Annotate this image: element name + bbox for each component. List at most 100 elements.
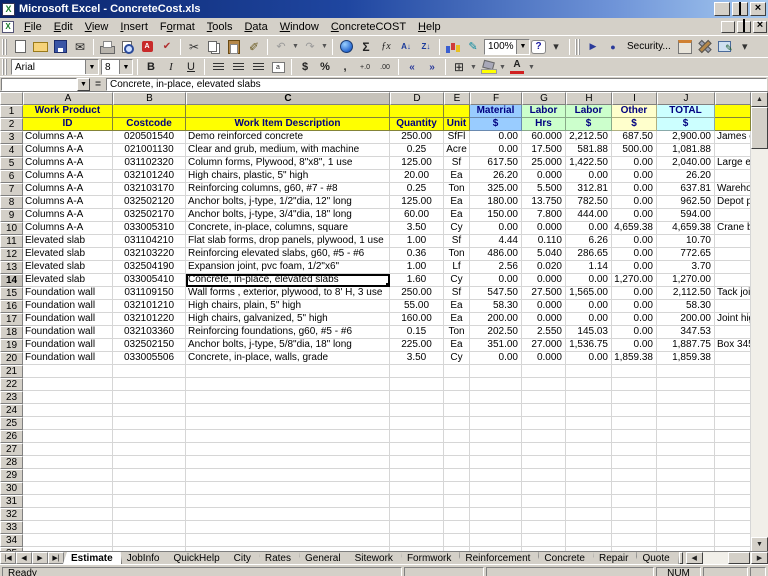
- increase-decimal-icon[interactable]: +.0: [355, 58, 375, 76]
- cell-B31[interactable]: [113, 495, 186, 508]
- cell-K17[interactable]: Joint high r: [715, 313, 751, 326]
- cell-H17[interactable]: 0.00: [566, 313, 612, 326]
- workbook-minimize-icon[interactable]: [721, 21, 735, 33]
- chevron-down-icon[interactable]: ▼: [527, 58, 536, 76]
- new-icon[interactable]: [10, 38, 30, 56]
- cell-C32[interactable]: [186, 508, 390, 521]
- cell-D15[interactable]: 250.00: [390, 287, 444, 300]
- run-macro-icon[interactable]: ▶: [583, 38, 603, 56]
- cell-K28[interactable]: [715, 456, 751, 469]
- format-painter-icon[interactable]: ✐: [244, 38, 264, 56]
- next-sheet-icon[interactable]: ▶: [32, 552, 48, 564]
- cell-A8[interactable]: Columns A-A: [23, 196, 113, 209]
- cell-H34[interactable]: [566, 534, 612, 547]
- chevron-down-icon[interactable]: ▼: [516, 40, 529, 54]
- cell-B32[interactable]: [113, 508, 186, 521]
- cell-E10[interactable]: Cy: [444, 222, 470, 235]
- cell-I2[interactable]: $: [612, 118, 657, 131]
- row-header-5[interactable]: 5: [0, 157, 23, 170]
- cell-I8[interactable]: 0.00: [612, 196, 657, 209]
- cell-D10[interactable]: 3.50: [390, 222, 444, 235]
- cell-B33[interactable]: [113, 521, 186, 534]
- sheet-tab-reinforcement[interactable]: Reinforcement: [457, 552, 539, 564]
- cell-G13[interactable]: 0.020: [522, 261, 566, 274]
- cell-B12[interactable]: 032103220: [113, 248, 186, 261]
- cell-A15[interactable]: Foundation wall: [23, 287, 113, 300]
- redo-icon[interactable]: ↷: [300, 38, 320, 56]
- row-header-21[interactable]: 21: [0, 365, 23, 378]
- security-button[interactable]: Security...: [623, 41, 675, 52]
- row-header-25[interactable]: 25: [0, 417, 23, 430]
- cell-B23[interactable]: [113, 391, 186, 404]
- cell-C34[interactable]: [186, 534, 390, 547]
- cell-C24[interactable]: [186, 404, 390, 417]
- cell-F26[interactable]: [470, 430, 522, 443]
- cell-I5[interactable]: 0.00: [612, 157, 657, 170]
- cell-F29[interactable]: [470, 469, 522, 482]
- cell-D11[interactable]: 1.00: [390, 235, 444, 248]
- print-icon[interactable]: [97, 38, 117, 56]
- cell-E6[interactable]: Ea: [444, 170, 470, 183]
- cell-D27[interactable]: [390, 443, 444, 456]
- decrease-decimal-icon[interactable]: .00: [375, 58, 395, 76]
- cell-D28[interactable]: [390, 456, 444, 469]
- cell-G24[interactable]: [522, 404, 566, 417]
- cell-H9[interactable]: 444.00: [566, 209, 612, 222]
- cell-G34[interactable]: [522, 534, 566, 547]
- cell-G2[interactable]: Hrs: [522, 118, 566, 131]
- cell-A1[interactable]: Work Product: [23, 105, 113, 118]
- cell-E35[interactable]: [444, 547, 470, 551]
- cell-G35[interactable]: [522, 547, 566, 551]
- align-center-icon[interactable]: [228, 58, 248, 76]
- cell-B28[interactable]: [113, 456, 186, 469]
- minimize-icon[interactable]: [714, 2, 730, 16]
- font-name-combo[interactable]: Arial▼: [11, 59, 99, 75]
- cell-J7[interactable]: 637.81: [657, 183, 715, 196]
- cell-D12[interactable]: 0.36: [390, 248, 444, 261]
- cell-J12[interactable]: 772.65: [657, 248, 715, 261]
- cell-E11[interactable]: Sf: [444, 235, 470, 248]
- cell-E25[interactable]: [444, 417, 470, 430]
- cell-D4[interactable]: 0.25: [390, 144, 444, 157]
- cell-E3[interactable]: SfFl: [444, 131, 470, 144]
- cell-K27[interactable]: [715, 443, 751, 456]
- cell-C8[interactable]: Anchor bolts, j-type, 1/2"dia, 12" long: [186, 196, 390, 209]
- previous-sheet-icon[interactable]: ◀: [16, 552, 32, 564]
- formula-input[interactable]: Concrete, in-place, elevated slabs: [106, 78, 767, 91]
- font-size-combo[interactable]: 8▼: [101, 59, 133, 75]
- cell-I13[interactable]: 0.00: [612, 261, 657, 274]
- cell-J32[interactable]: [657, 508, 715, 521]
- cell-A27[interactable]: [23, 443, 113, 456]
- cell-D13[interactable]: 1.00: [390, 261, 444, 274]
- menu-help[interactable]: Help: [412, 20, 447, 34]
- cell-G12[interactable]: 5.040: [522, 248, 566, 261]
- cell-A20[interactable]: Foundation wall: [23, 352, 113, 365]
- cell-B8[interactable]: 032502120: [113, 196, 186, 209]
- cell-K4[interactable]: [715, 144, 751, 157]
- cell-A17[interactable]: Foundation wall: [23, 313, 113, 326]
- cell-C25[interactable]: [186, 417, 390, 430]
- cell-D24[interactable]: [390, 404, 444, 417]
- cell-A14[interactable]: Elevated slab: [23, 274, 113, 287]
- cell-A28[interactable]: [23, 456, 113, 469]
- column-header-A[interactable]: A: [23, 92, 113, 105]
- cell-E30[interactable]: [444, 482, 470, 495]
- row-header-34[interactable]: 34: [0, 534, 23, 547]
- cell-F2[interactable]: $: [470, 118, 522, 131]
- cell-J1[interactable]: TOTAL: [657, 105, 715, 118]
- cell-B24[interactable]: [113, 404, 186, 417]
- chevron-down-icon[interactable]: ▼: [320, 38, 329, 56]
- cell-K21[interactable]: [715, 365, 751, 378]
- percent-icon[interactable]: %: [315, 58, 335, 76]
- cell-H1[interactable]: Labor: [566, 105, 612, 118]
- row-header-13[interactable]: 13: [0, 261, 23, 274]
- cell-H18[interactable]: 145.03: [566, 326, 612, 339]
- cell-E27[interactable]: [444, 443, 470, 456]
- cell-K34[interactable]: [715, 534, 751, 547]
- cell-E21[interactable]: [444, 365, 470, 378]
- cell-K7[interactable]: Warehouse: [715, 183, 751, 196]
- row-header-7[interactable]: 7: [0, 183, 23, 196]
- sheet-tab-formwork[interactable]: Formwork: [399, 552, 460, 564]
- cell-E15[interactable]: Sf: [444, 287, 470, 300]
- cell-K20[interactable]: [715, 352, 751, 365]
